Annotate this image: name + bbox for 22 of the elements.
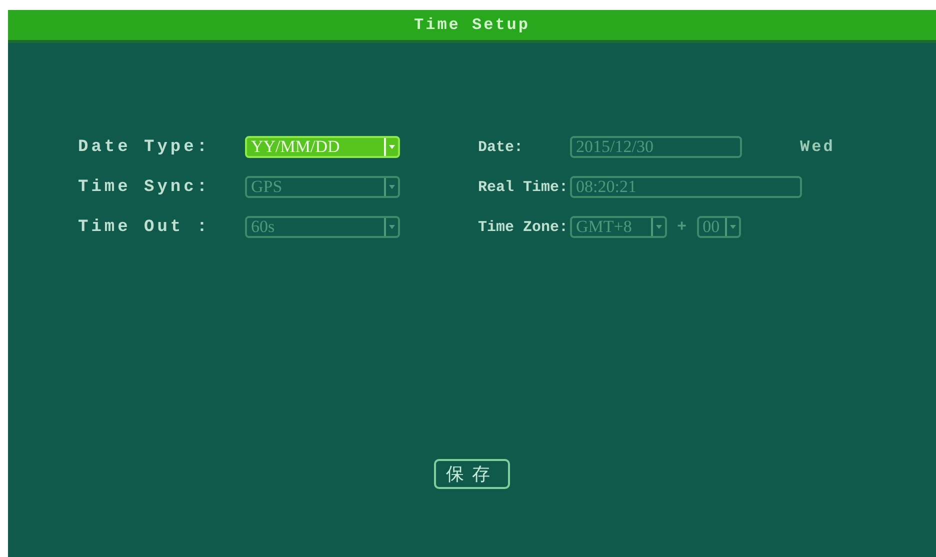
caret-icon xyxy=(730,225,736,229)
field-label: Date Type: xyxy=(78,138,212,156)
dropdown[interactable]: GMT+8 xyxy=(570,216,667,238)
field-label: Date: xyxy=(478,138,524,156)
weekday-label: Wed xyxy=(800,138,835,156)
window-title: Time Setup xyxy=(8,10,936,43)
field-label: Real Time: xyxy=(478,178,570,196)
caret-icon xyxy=(656,225,662,229)
dropdown[interactable]: 00 xyxy=(696,216,741,238)
dropdown[interactable]: YY/MM/DD xyxy=(245,136,400,158)
save-button[interactable]: 保存 xyxy=(434,459,510,489)
dropdown[interactable]: GPS xyxy=(245,176,400,198)
field-label: Time Zone: xyxy=(478,218,570,236)
caret-icon xyxy=(389,185,395,189)
field-label: Time Out : xyxy=(78,218,212,236)
input-field[interactable]: 08:20:21 xyxy=(570,176,802,198)
dropdown[interactable]: 60s xyxy=(245,216,400,238)
input-field[interactable]: 2015/12/30 xyxy=(570,136,742,158)
caret-icon xyxy=(389,225,395,229)
plus-sign: + xyxy=(677,218,687,236)
caret-icon xyxy=(389,145,395,149)
field-label: Time Sync: xyxy=(78,178,212,196)
